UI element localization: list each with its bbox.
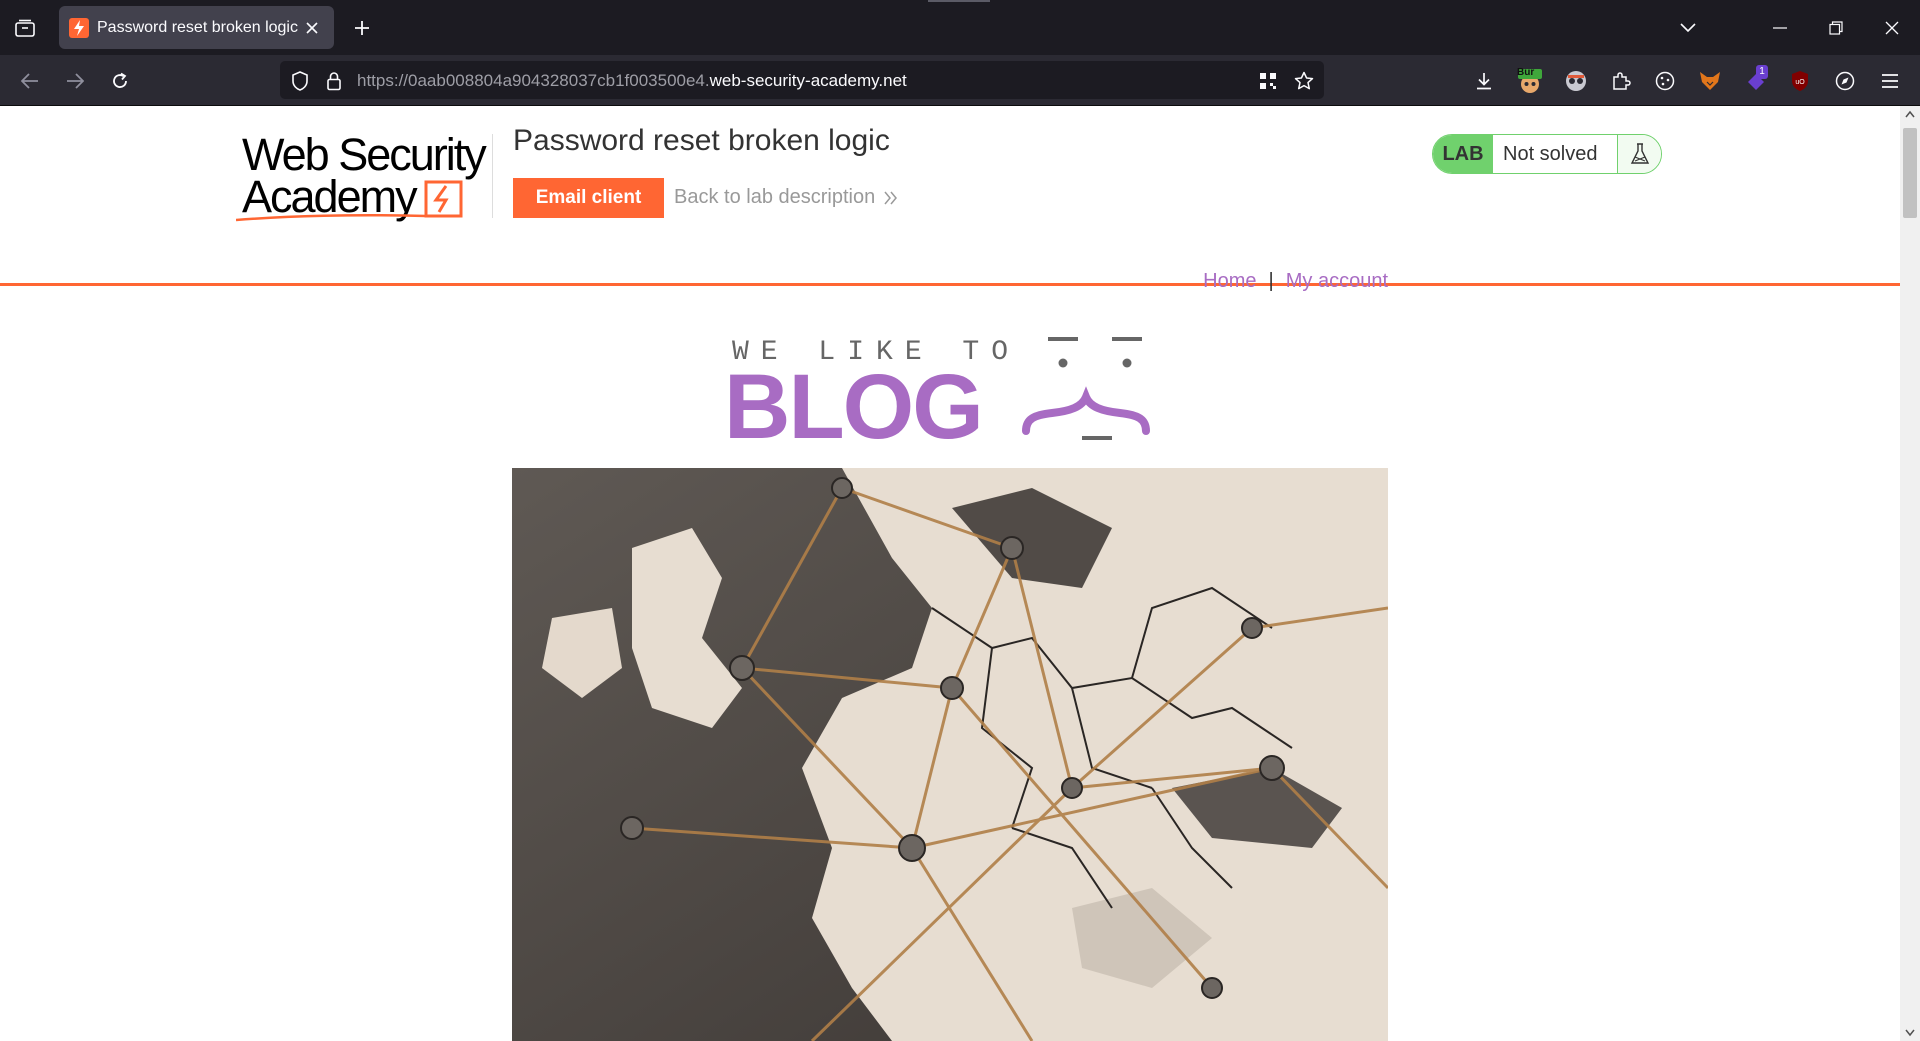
close-icon[interactable] <box>300 16 324 40</box>
logo-lightning-icon <box>236 180 463 222</box>
plus-icon[interactable] <box>348 14 376 42</box>
logo-divider <box>492 134 493 218</box>
web-security-academy-logo[interactable]: Web Security Academy <box>236 130 496 230</box>
lab-badge: LAB <box>1433 135 1493 173</box>
scroll-up-arrow-icon[interactable] <box>1905 110 1915 118</box>
forward-arrow-icon[interactable] <box>59 65 91 97</box>
home-link[interactable]: Home <box>1203 270 1256 293</box>
ublock-icon[interactable]: uO <box>1786 67 1814 95</box>
lab-status-widget: LAB Not solved <box>1432 134 1662 174</box>
lab-title: Password reset broken logic <box>513 124 890 157</box>
back-link-label: Back to lab description <box>674 186 876 208</box>
star-icon[interactable] <box>1293 70 1315 92</box>
back-to-lab-description-link[interactable]: Back to lab description <box>674 186 899 209</box>
url-text: https://0aab008804a904328037cb1f003500e4… <box>357 71 907 91</box>
scroll-down-arrow-icon[interactable] <box>1905 1029 1915 1037</box>
url-bar[interactable]: https://0aab008804a904328037cb1f003500e4… <box>280 61 1324 99</box>
flask-icon[interactable] <box>1617 135 1661 173</box>
browser-navbar: https://0aab008804a904328037cb1f003500e4… <box>0 55 1920 106</box>
my-account-link[interactable]: My account <box>1286 270 1388 293</box>
qr-code-icon[interactable] <box>1257 70 1279 92</box>
svg-text:uO: uO <box>1795 79 1805 86</box>
cookie-icon[interactable] <box>1651 67 1679 95</box>
double-chevron-right-icon <box>884 191 898 204</box>
tab-active[interactable]: Password reset broken logic <box>59 6 334 49</box>
glasses-extension-icon[interactable] <box>1562 67 1590 95</box>
notification-extension-badge: 1 <box>1756 65 1768 79</box>
puzzle-icon[interactable] <box>1607 67 1635 95</box>
email-client-button[interactable]: Email client <box>513 178 664 218</box>
notification-extension-icon[interactable]: 1 <box>1742 65 1770 95</box>
curly-brace-face-icon <box>1022 337 1150 440</box>
lock-icon[interactable] <box>323 70 345 92</box>
tab-title: Password reset broken logic <box>97 18 298 36</box>
restore-icon[interactable] <box>1808 0 1864 55</box>
tab-list-icon[interactable] <box>10 14 40 42</box>
burp-extension-icon[interactable]: Bur <box>1516 67 1544 95</box>
site-navigation: Home | My account <box>1100 266 1388 296</box>
shield-icon[interactable] <box>289 70 311 92</box>
window-controls <box>1660 0 1920 55</box>
compass-icon[interactable] <box>1831 67 1859 95</box>
chevron-down-icon[interactable] <box>1660 0 1716 55</box>
url-host: web-security-academy.net <box>709 71 907 90</box>
tab-drag-indicator <box>928 0 990 2</box>
back-arrow-icon[interactable] <box>14 65 46 97</box>
banner-title: BLOG <box>724 356 984 458</box>
browser-tabbar: Password reset broken logic <box>0 0 1920 55</box>
download-icon[interactable] <box>1470 67 1498 95</box>
hamburger-menu-icon[interactable] <box>1876 67 1904 95</box>
lab-status-text: Not solved <box>1503 142 1598 165</box>
blog-banner: WE LIKE TO BLOG <box>720 331 1170 456</box>
page-scrollbar[interactable] <box>1900 106 1920 1041</box>
reload-icon[interactable] <box>104 65 136 97</box>
burp-extension-badge: Bur <box>1517 67 1535 78</box>
minimize-icon[interactable] <box>1752 0 1808 55</box>
window-close-icon[interactable] <box>1864 0 1920 55</box>
scrollbar-thumb[interactable] <box>1903 128 1917 218</box>
lightning-icon <box>69 17 89 38</box>
page-viewport: Web Security Academy Password reset brok… <box>0 106 1900 1041</box>
europe-map-with-pins-and-string <box>512 468 1388 1041</box>
fox-extension-icon[interactable] <box>1696 67 1724 95</box>
nav-separator: | <box>1268 269 1274 292</box>
academy-header: Web Security Academy Password reset brok… <box>0 106 1900 286</box>
blog-hero-image[interactable] <box>512 468 1388 1041</box>
url-prefix: https://0aab008804a904328037cb1f003500e4… <box>357 71 710 90</box>
